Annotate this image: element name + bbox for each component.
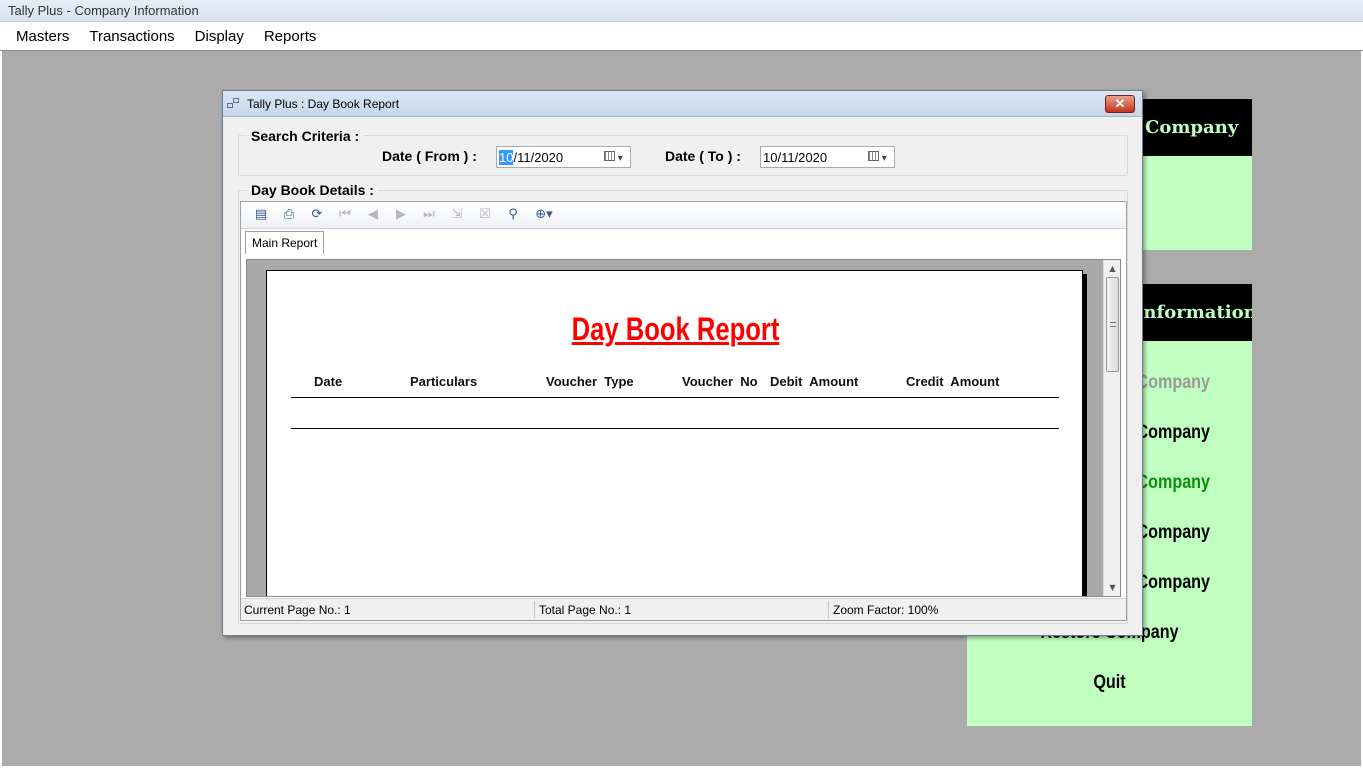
zoom-factor-status: Zoom Factor: 100%	[833, 603, 939, 617]
scroll-thumb[interactable]	[1106, 277, 1119, 372]
date-to-label: Date ( To ) :	[665, 148, 741, 164]
close-button[interactable]: ✕	[1105, 95, 1135, 113]
print-icon[interactable]: ⎙	[275, 205, 303, 225]
report-canvas: Day Book Report Date Particulars Voucher…	[246, 259, 1121, 597]
column-header-voucher-type: Voucher Type	[546, 374, 634, 389]
status-separator	[828, 601, 829, 618]
total-pages-status: Total Page No.: 1	[539, 603, 632, 617]
column-header-date: Date	[314, 374, 343, 389]
header-rule-bottom	[291, 428, 1059, 429]
goto-page-icon[interactable]: ⇲	[443, 205, 471, 225]
header-rule-top	[291, 397, 1059, 398]
dialog-titlebar: Tally Plus : Day Book Report ✕	[223, 91, 1142, 117]
export-icon[interactable]: ▤	[247, 205, 275, 225]
first-page-icon[interactable]: ⏮	[331, 205, 359, 225]
scroll-down-icon[interactable]: ▼	[1104, 579, 1120, 596]
day-book-dialog: Tally Plus : Day Book Report ✕ Search Cr…	[222, 90, 1143, 636]
report-viewer: ▤ ⎙ ⟳ ⏮ ◀ ▶ ⏭ ⇲ ☒ ⚲ ⊕▾ Main Report Day B…	[240, 201, 1127, 621]
vertical-scrollbar[interactable]: ▲ ▼	[1103, 260, 1120, 596]
column-header-voucher-no: Voucher No	[682, 374, 758, 389]
day-book-details-legend: Day Book Details :	[247, 182, 378, 198]
refresh-icon[interactable]: ⟳	[303, 205, 331, 225]
column-header-debit-amount: Debit Amount	[770, 374, 859, 389]
calendar-dropdown-icon[interactable]: ▾	[868, 151, 890, 164]
window-icon	[227, 97, 241, 110]
current-page-status: Current Page No.: 1	[244, 603, 351, 617]
scroll-up-icon[interactable]: ▲	[1104, 260, 1120, 277]
report-page: Day Book Report Date Particulars Voucher…	[266, 270, 1083, 596]
menu-masters[interactable]: Masters	[6, 28, 79, 45]
menu-transactions[interactable]: Transactions	[79, 28, 184, 45]
dialog-title: Tally Plus : Day Book Report	[247, 96, 400, 111]
prev-page-icon[interactable]: ◀	[359, 205, 387, 225]
date-from-picker[interactable]: 10/11/2020 ▾	[496, 146, 631, 168]
viewer-statusbar: Current Page No.: 1 Total Page No.: 1 Zo…	[241, 598, 1126, 620]
zoom-icon[interactable]: ⊕▾	[527, 205, 561, 225]
close-view-icon[interactable]: ☒	[471, 205, 499, 225]
calendar-dropdown-icon[interactable]: ▾	[604, 151, 626, 164]
column-header-particulars: Particulars	[410, 374, 478, 389]
date-to-picker[interactable]: 10/11/2020 ▾	[760, 146, 895, 168]
menu-display[interactable]: Display	[185, 28, 254, 45]
status-separator	[534, 601, 535, 618]
quit-option[interactable]: Quit	[988, 672, 1230, 694]
next-page-icon[interactable]: ▶	[387, 205, 415, 225]
report-title: Day Book Report	[571, 311, 780, 347]
last-page-icon[interactable]: ⏭	[415, 205, 443, 225]
report-tabstrip: Main Report	[241, 229, 1126, 257]
search-criteria-legend: Search Criteria :	[247, 128, 364, 144]
menu-bar: Masters Transactions Display Reports	[0, 22, 1363, 51]
date-from-label: Date ( From ) :	[382, 148, 477, 164]
find-icon[interactable]: ⚲	[499, 205, 527, 225]
column-header-credit-amount: Credit Amount	[906, 374, 1000, 389]
viewer-toolbar: ▤ ⎙ ⟳ ⏮ ◀ ▶ ⏭ ⇲ ☒ ⚲ ⊕▾	[241, 202, 1126, 229]
tab-main-report[interactable]: Main Report	[245, 231, 325, 254]
app-title: Tally Plus - Company Information	[0, 0, 1363, 22]
menu-reports[interactable]: Reports	[254, 28, 327, 45]
